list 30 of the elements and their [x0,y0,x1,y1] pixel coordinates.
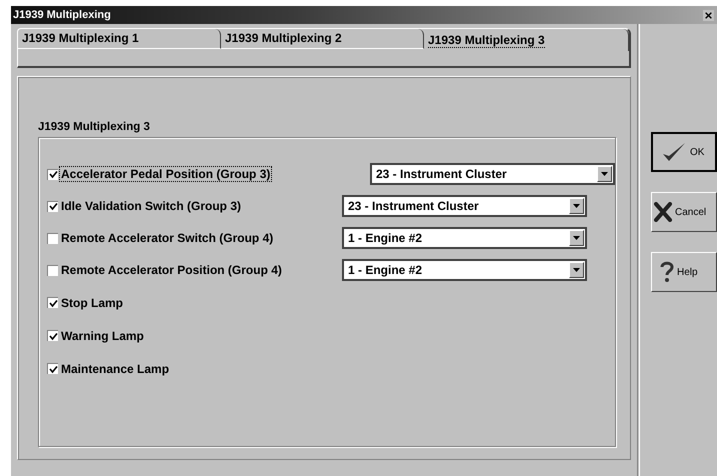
checkbox[interactable] [47,200,58,212]
cancel-button[interactable]: Cancel [651,192,717,232]
checkbox-label[interactable]: Stop Lamp [59,294,338,310]
checkbox-label[interactable]: Remote Accelerator Position (Group 4) [59,262,338,278]
dropdown[interactable]: 23 - Instrument Cluster [370,163,615,185]
help-button[interactable]: Help [651,252,717,292]
checkbox[interactable] [47,330,58,341]
checkbox-label[interactable]: Remote Accelerator Switch (Group 4) [59,230,338,246]
checkbox-label[interactable]: Accelerator Pedal Position (Group 3) [59,166,272,182]
checkbox[interactable] [47,297,58,308]
checkbox-label[interactable]: Maintenance Lamp [59,360,338,376]
dropdown[interactable]: 1 - Engine #2 [342,259,587,281]
question-icon [660,261,674,283]
checkbox-label[interactable]: Warning Lamp [59,328,338,344]
dropdown[interactable]: 1 - Engine #2 [342,227,587,249]
close-icon[interactable] [703,10,714,20]
checkbox[interactable] [47,168,58,180]
tab[interactable]: J1939 Multiplexing 3 [424,29,629,51]
ok-button[interactable]: OK [651,132,717,172]
dropdown[interactable]: 23 - Instrument Cluster [342,195,587,217]
checkbox[interactable] [47,363,58,374]
window-title: J1939 Multiplexing [13,9,111,21]
check-icon [661,141,687,163]
cross-icon [654,202,672,222]
checkbox[interactable] [47,264,58,276]
tab[interactable]: J1939 Multiplexing 1 [18,29,221,49]
group-title: J1939 Multiplexing 3 [38,121,151,133]
tab[interactable]: J1939 Multiplexing 2 [221,29,424,49]
checkbox[interactable] [47,232,58,244]
checkbox-label[interactable]: Idle Validation Switch (Group 3) [59,198,338,214]
